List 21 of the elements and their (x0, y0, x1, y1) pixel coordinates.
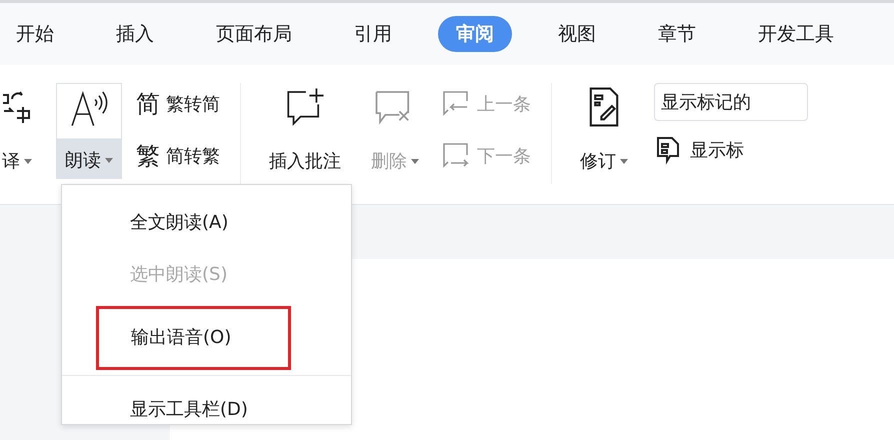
ribbon-button[interactable]: 插入批注 (261, 83, 349, 179)
ribbon-tab[interactable]: 插入 (108, 17, 162, 51)
comment-arrow-icon (441, 141, 471, 171)
ribbon-button[interactable]: 朗读 (56, 83, 122, 179)
menu-item[interactable]: 全文朗读(A) (62, 197, 351, 249)
ribbon-tab[interactable]: 引用 (346, 17, 400, 51)
ribbon-tab[interactable]: 页面布局 (208, 17, 300, 51)
ribbon-tab[interactable]: 章节 (650, 17, 704, 51)
ribbon-button[interactable]: 繁 简转繁 (136, 137, 220, 175)
menu-item[interactable]: 显示工具栏(D) (62, 384, 351, 436)
ribbon-button[interactable]: 译 (0, 83, 40, 179)
comment-arrow-icon (441, 89, 471, 119)
ribbon-button[interactable]: 修订 (572, 83, 636, 179)
ribbon-button[interactable]: 简 繁转简 (136, 85, 220, 123)
ribbon-tab[interactable]: 开发工具 (750, 17, 842, 51)
menu-item[interactable]: 输出语音(O) (96, 306, 291, 370)
ribbon-tab[interactable]: 视图 (550, 17, 604, 51)
ribbon-tab[interactable]: 开始 (8, 17, 62, 51)
markup-dropdown[interactable]: 显示标记的 (654, 83, 808, 121)
translate-icon (2, 91, 32, 125)
ribbon-button[interactable]: 显示标 (654, 131, 808, 169)
